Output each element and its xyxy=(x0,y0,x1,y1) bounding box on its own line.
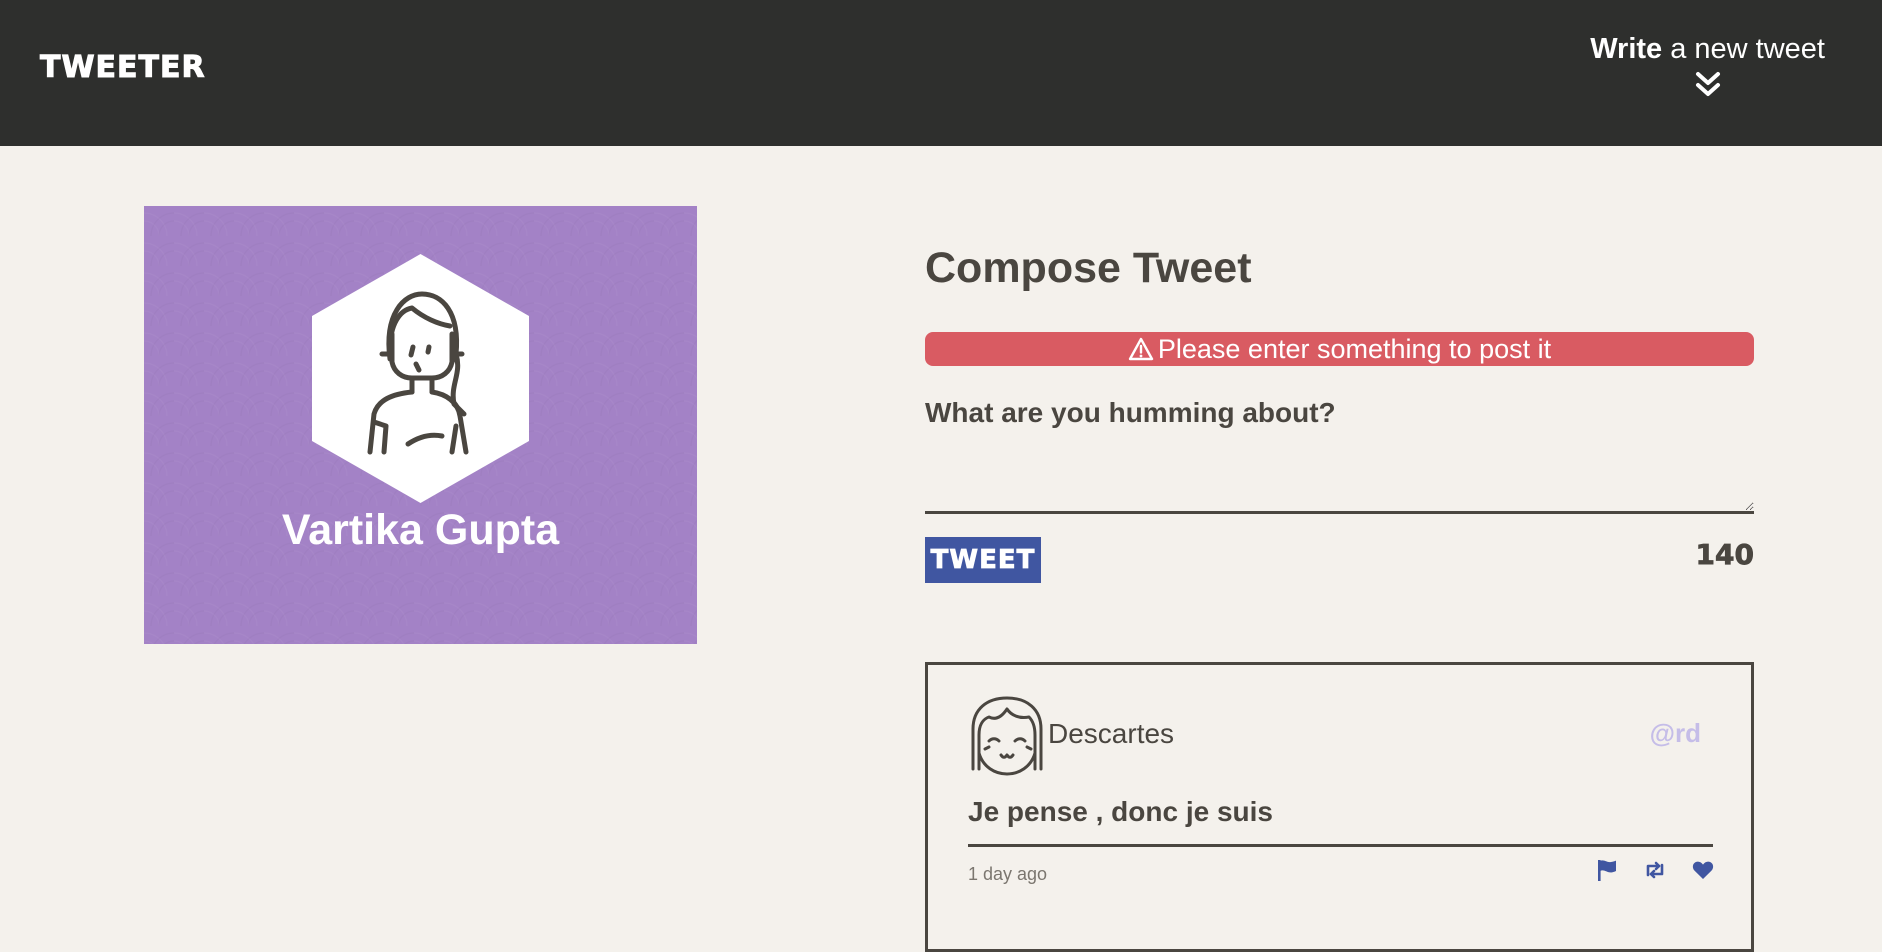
tweet-author-name: Descartes xyxy=(1048,718,1175,749)
heart-icon[interactable] xyxy=(1691,858,1715,882)
tweet-divider xyxy=(968,844,1713,847)
girl-avatar-icon xyxy=(971,696,1043,776)
error-message: Please enter something to post it xyxy=(1157,334,1552,364)
write-bold-text: Write xyxy=(1590,33,1663,65)
double-chevron-down-icon[interactable] xyxy=(1693,70,1723,100)
profile-card: Vartika Gupta xyxy=(144,206,697,644)
write-new-tweet-toggle[interactable]: Write a new tweet xyxy=(1590,33,1825,100)
retweet-icon[interactable] xyxy=(1643,858,1667,882)
warning-icon xyxy=(1128,337,1154,361)
tweet-actions xyxy=(1595,858,1715,882)
woman-avatar-icon xyxy=(312,254,529,503)
tweet-content: Je pense , donc je suis xyxy=(968,796,1274,827)
profile-name: Vartika Gupta xyxy=(281,506,560,554)
compose-title: Compose Tweet xyxy=(925,244,1252,292)
tweet-text-input[interactable] xyxy=(925,440,1754,514)
navbar: TWEETER Write a new tweet xyxy=(0,0,1882,146)
tweet-submit-button[interactable]: TWEET xyxy=(925,537,1041,583)
brand-logo[interactable]: TWEETER xyxy=(40,50,206,86)
write-new-tweet-label[interactable]: Write a new tweet xyxy=(1590,33,1825,66)
write-rest-text: a new tweet xyxy=(1662,33,1825,65)
tweet-card: Descartes @rd Je pense , donc je suis 1 … xyxy=(925,662,1754,952)
character-counter: 140 xyxy=(1695,538,1754,572)
error-banner: Please enter something to post it xyxy=(925,332,1754,366)
tweet-prompt-label: What are you humming about? xyxy=(925,397,1336,428)
tweet-timestamp: 1 day ago xyxy=(968,864,1048,884)
flag-icon[interactable] xyxy=(1595,858,1619,882)
tweet-author-handle: @rd xyxy=(1649,718,1701,748)
